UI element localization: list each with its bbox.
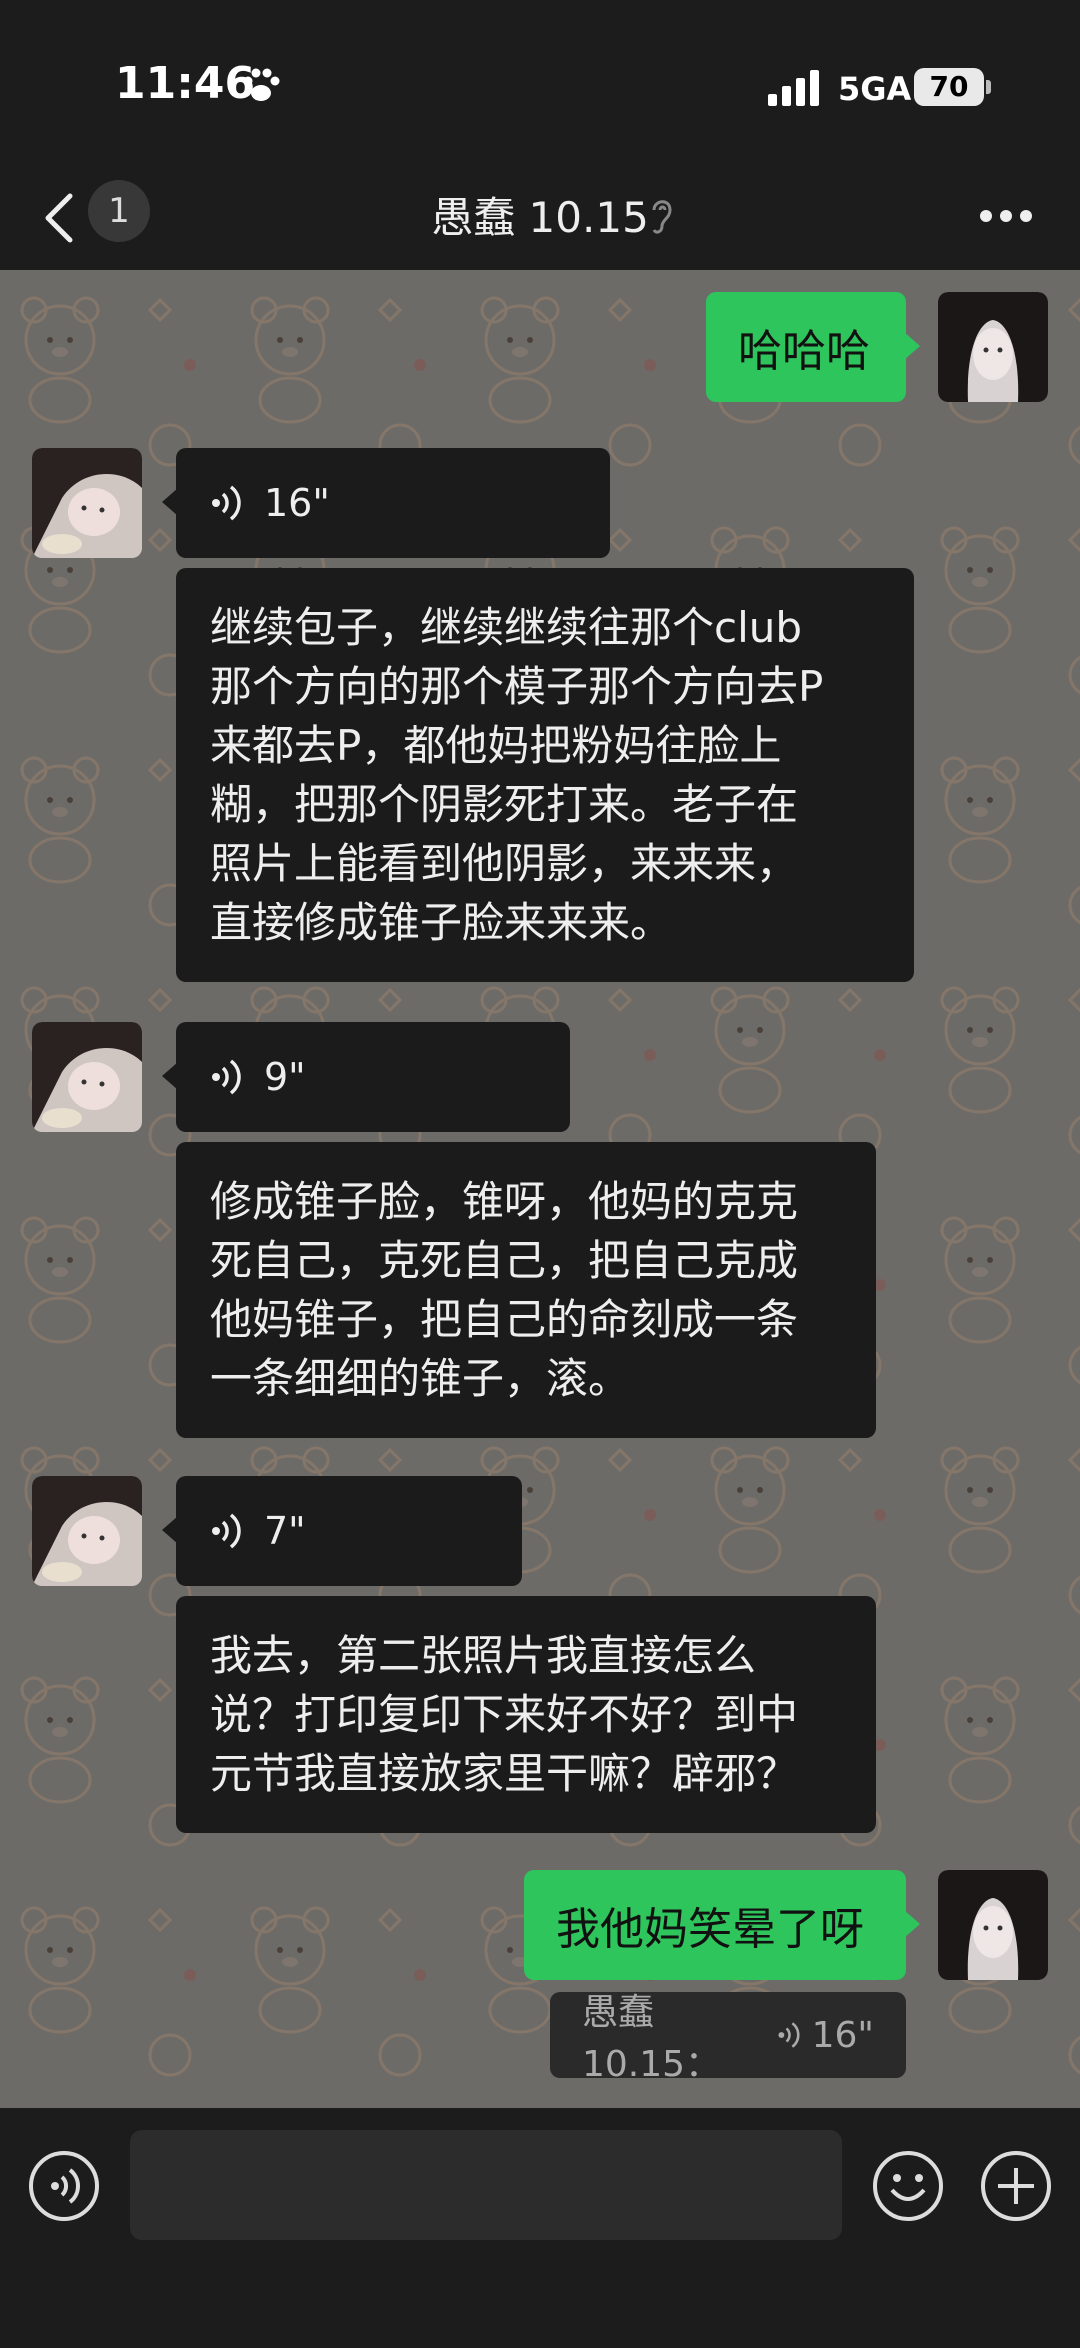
voice-wave-icon — [212, 485, 241, 521]
chat-title: 愚蠢 10.15 — [431, 193, 649, 242]
voice-duration: 7" — [264, 1509, 306, 1553]
quoted-voice-reference[interactable]: 愚蠢 10.15： 16" — [550, 1992, 906, 2085]
message-input[interactable] — [130, 2130, 842, 2240]
voice-duration: 9" — [264, 1055, 306, 1099]
message-bubble-sent[interactable]: 哈哈哈 — [706, 292, 920, 402]
status-time: 11:46 — [115, 58, 256, 109]
message-bubble-received[interactable]: 我去，第二张照片我直接怎么 说？打印复印下来好不好？到中 元节我直接放家里干嘛？… — [176, 1596, 876, 1833]
more-options-icon[interactable] — [978, 208, 1034, 224]
voice-input-toggle-icon[interactable] — [28, 2150, 100, 2222]
contact-avatar[interactable] — [32, 1022, 142, 1132]
paw-icon — [243, 68, 280, 101]
chat-message-area[interactable]: 哈哈哈 16" 继续包子，继续继续往那个club 那个方向的那个模子那个方向去P… — [0, 270, 1080, 2108]
message-bubble-received[interactable]: 修成锥子脸，锥呀，他妈的克克 死自己，克死自己，把自己克成 他妈锥子，把自己的命… — [176, 1142, 876, 1438]
emoji-icon[interactable] — [872, 2150, 944, 2222]
voice-wave-icon — [778, 2022, 800, 2048]
battery-level: 70 — [914, 68, 984, 106]
voice-wave-icon — [212, 1513, 241, 1549]
status-bar: 11:46 5GA 70 — [0, 0, 1080, 170]
contact-avatar[interactable] — [32, 1476, 142, 1586]
signal-icon — [768, 70, 819, 106]
message-bubble-received[interactable]: 继续包子，继续继续往那个club 那个方向的那个模子那个方向去P 来都去P，都他… — [176, 568, 914, 982]
network-type: 5GA — [838, 70, 912, 108]
my-avatar[interactable] — [938, 1870, 1048, 1980]
my-avatar[interactable] — [938, 292, 1048, 402]
chat-header: 1 愚蠢 10.15 — [0, 170, 1080, 270]
quote-sender: 愚蠢 10.15： — [582, 1992, 722, 2085]
voice-message[interactable]: 9" — [162, 1022, 570, 1132]
voice-wave-icon — [212, 1059, 241, 1095]
voice-duration: 16" — [264, 481, 330, 525]
plus-icon[interactable] — [980, 2150, 1052, 2222]
contact-avatar[interactable] — [32, 448, 142, 558]
voice-message[interactable]: 16" — [162, 448, 610, 558]
quote-duration: 16" — [811, 2014, 874, 2056]
voice-message[interactable]: 7" — [162, 1476, 522, 1586]
message-bubble-sent[interactable]: 我他妈笑晕了呀 — [524, 1870, 920, 1980]
input-bar — [0, 2108, 1080, 2348]
battery-tip — [986, 80, 991, 94]
ear-icon — [652, 200, 672, 234]
